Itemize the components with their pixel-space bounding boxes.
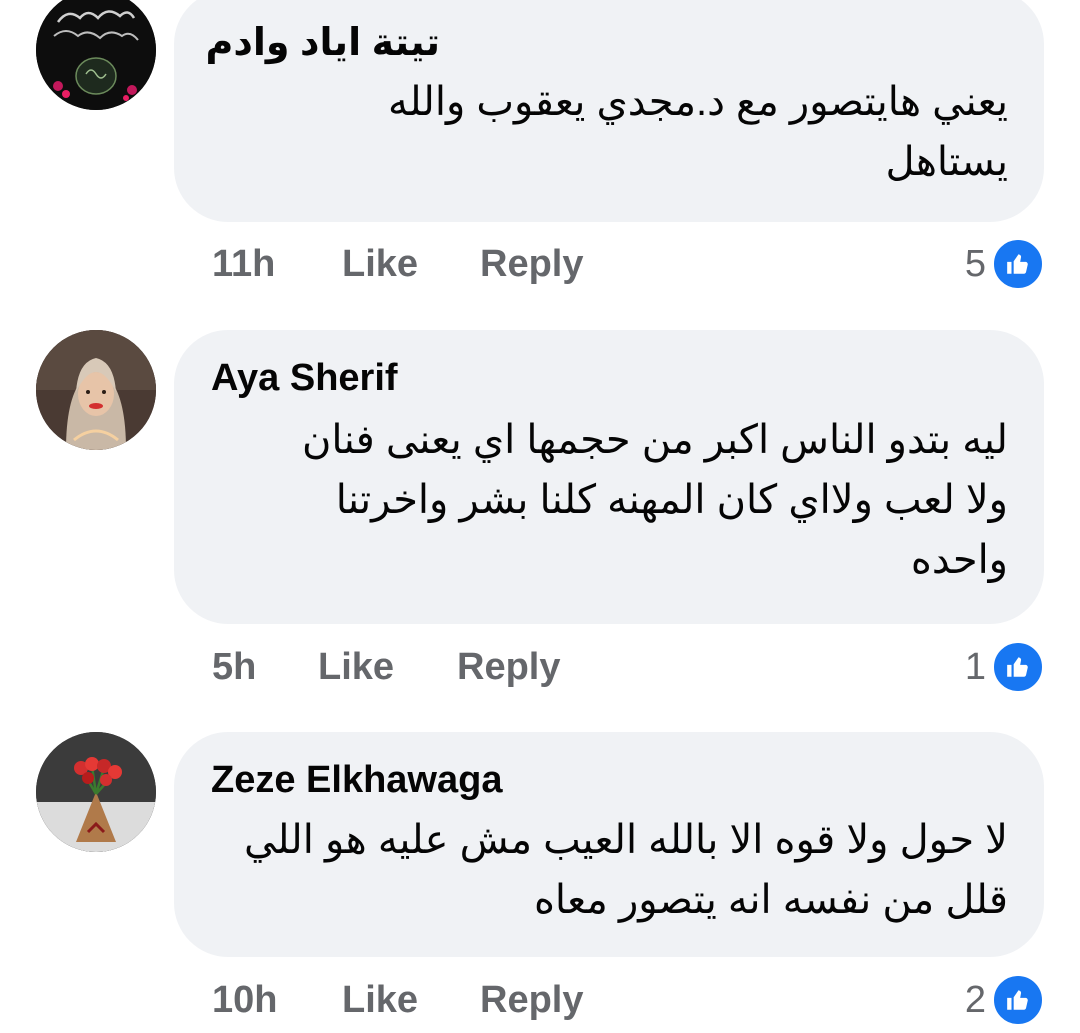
reply-button[interactable]: Reply (480, 243, 583, 286)
comment-bubble: تيتة اياد وادم يعني هايتصور مع د.مجدي يع… (174, 0, 1044, 222)
comment-bubble: Zeze Elkhawaga لا حول ولا قوه الا بالله … (174, 732, 1044, 957)
avatar[interactable] (36, 0, 156, 110)
reaction-summary[interactable]: 2 (964, 974, 1044, 1026)
like-icon (992, 641, 1044, 693)
comment-text-line: يعني هايتصور مع د.مجدي يعقوب والله (387, 80, 1008, 124)
comment-item: تيتة اياد وادم يعني هايتصور مع د.مجدي يع… (0, 0, 1080, 300)
avatar[interactable] (36, 330, 156, 450)
like-button[interactable]: Like (342, 243, 418, 286)
like-icon (992, 238, 1044, 290)
comment-text-line: ولا لعب ولااي كان المهنه كلنا بشر واخرتن… (335, 478, 1008, 522)
flower-bouquet-avatar-icon (36, 732, 156, 852)
comment-author[interactable]: Zeze Elkhawaga (211, 759, 502, 802)
woman-hijab-avatar-icon (36, 330, 156, 450)
like-button[interactable]: Like (342, 979, 418, 1022)
comment-item: Aya Sherif ليه بتدو الناس اكبر من حجمها … (0, 330, 1080, 700)
like-icon (992, 974, 1044, 1026)
comment-author[interactable]: Aya Sherif (211, 357, 398, 400)
comment-text-line: ليه بتدو الناس اكبر من حجمها اي يعنى فنا… (302, 418, 1008, 462)
comment-text: يعني هايتصور مع د.مجدي يعقوب والله يستاه… (208, 72, 1008, 192)
comment-bubble: Aya Sherif ليه بتدو الناس اكبر من حجمها … (174, 330, 1044, 624)
reaction-count: 1 (964, 645, 986, 688)
reaction-count: 5 (964, 242, 986, 285)
reaction-summary[interactable]: 1 (964, 641, 1044, 693)
comment-text: ليه بتدو الناس اكبر من حجمها اي يعنى فنا… (208, 410, 1008, 590)
reply-button[interactable]: Reply (457, 646, 560, 689)
reaction-count: 2 (964, 978, 986, 1021)
comment-text-line: واحده (910, 538, 1008, 582)
comment-item: Zeze Elkhawaga لا حول ولا قوه الا بالله … (0, 732, 1080, 1033)
like-button[interactable]: Like (318, 646, 394, 689)
comment-timestamp[interactable]: 10h (212, 979, 277, 1022)
reply-button[interactable]: Reply (480, 979, 583, 1022)
comment-timestamp[interactable]: 5h (212, 646, 256, 689)
reaction-summary[interactable]: 5 (964, 238, 1044, 290)
comment-text-line: قلل من نفسه انه يتصور معاه (533, 878, 1008, 922)
comment-timestamp[interactable]: 11h (212, 243, 275, 286)
comment-text-line: يستاهل (885, 140, 1008, 184)
islamic-calligraphy-avatar-icon (36, 0, 156, 110)
comment-text: لا حول ولا قوه الا بالله العيب مش عليه ه… (208, 810, 1008, 930)
comment-author[interactable]: تيتة اياد وادم (205, 20, 440, 65)
comment-text-line: لا حول ولا قوه الا بالله العيب مش عليه ه… (243, 818, 1008, 862)
avatar[interactable] (36, 732, 156, 852)
